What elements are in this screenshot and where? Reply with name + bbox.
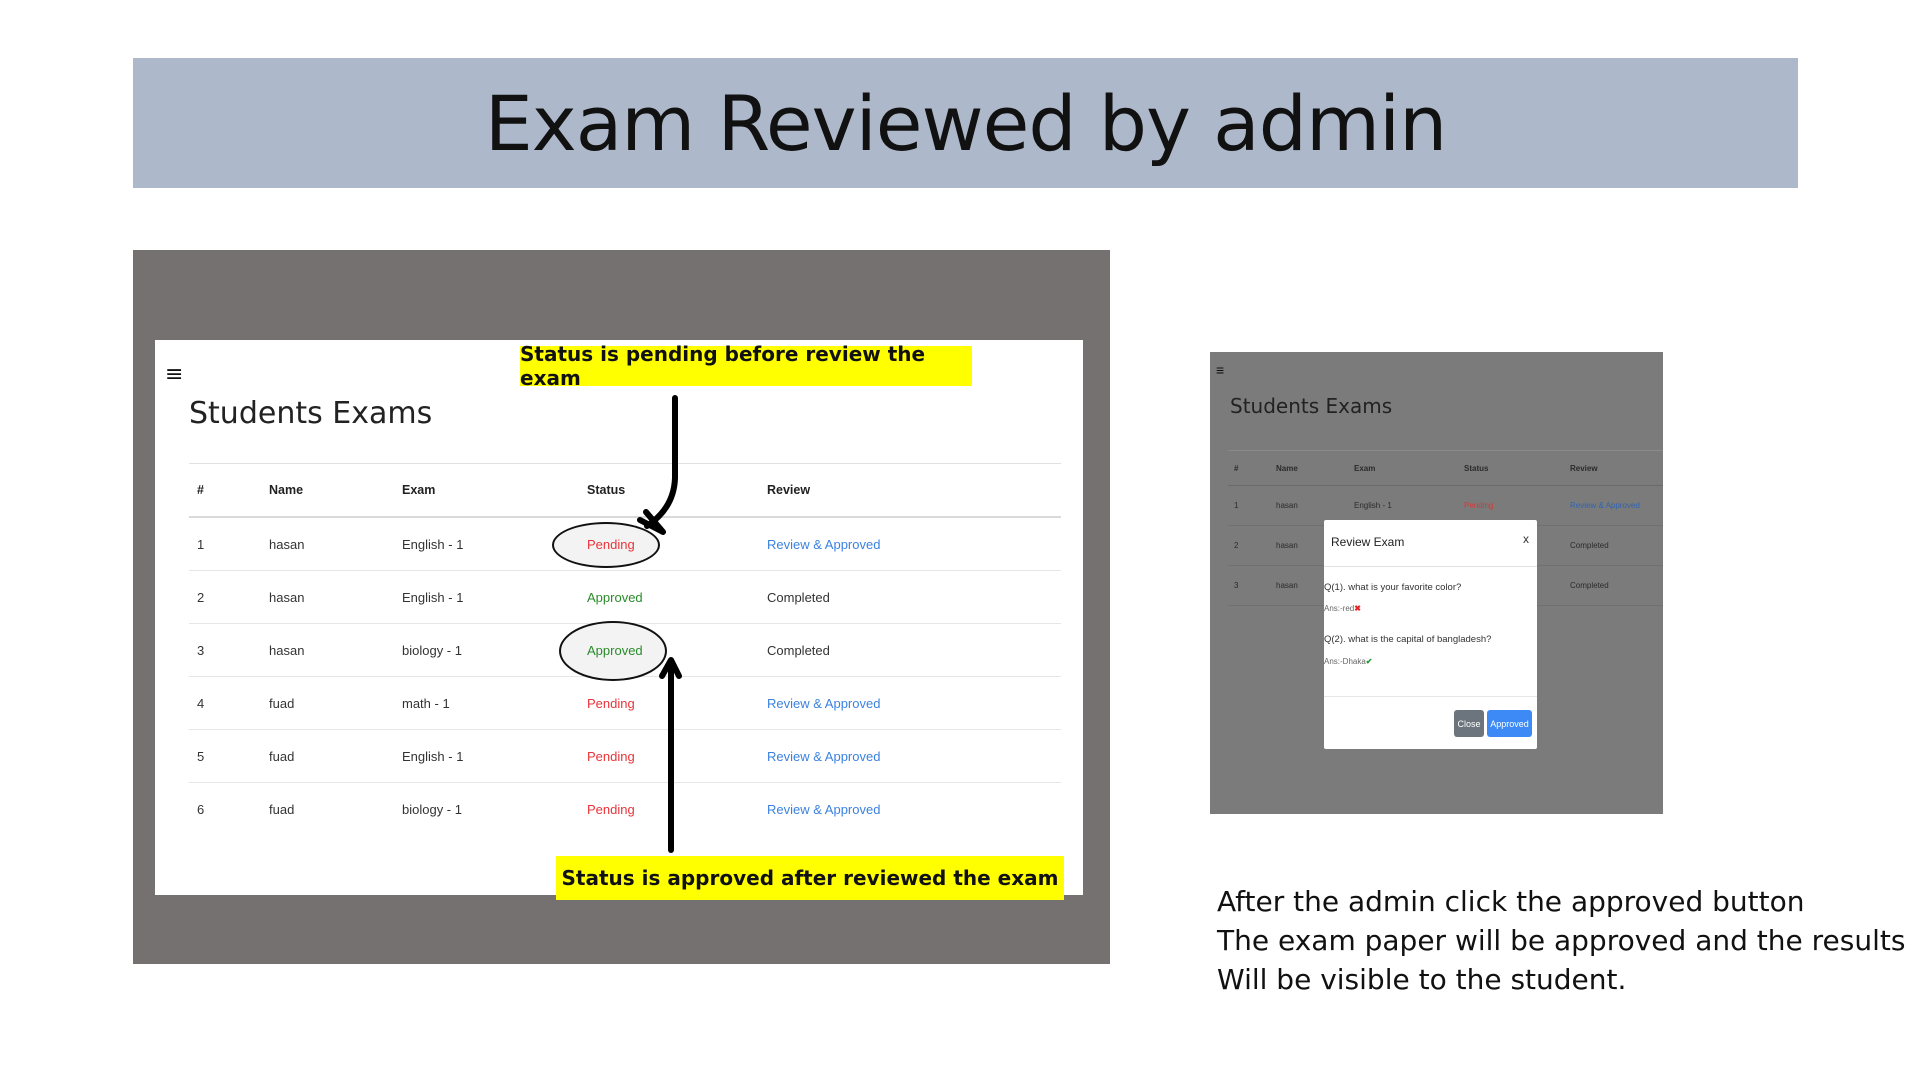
col-header-number: #	[189, 463, 268, 518]
status-pending: Pending	[587, 748, 635, 764]
exam-name: English - 1	[401, 729, 586, 783]
page-title: Students Exams	[189, 396, 433, 431]
row-number: 5	[189, 729, 268, 783]
modal-title: Review Exam	[1331, 535, 1405, 549]
approved-button[interactable]: Approved	[1487, 710, 1532, 737]
student-name: hasan	[268, 570, 401, 624]
review-approve-link[interactable]: Review & Approved	[767, 537, 880, 552]
exam-name: biology - 1	[402, 801, 462, 817]
review-completed: Completed	[766, 570, 1061, 624]
right-screenshot: ≡ Students Exams # Name Exam Status Revi…	[1210, 352, 1663, 814]
status-pending: Pending	[587, 536, 635, 552]
answer-1: Ans:-red✖	[1324, 604, 1361, 613]
answer-2-text: Ans:-Dhaka	[1324, 657, 1366, 666]
callout-approved: Status is approved after reviewed the ex…	[556, 856, 1064, 900]
check-mark-icon: ✔	[1365, 657, 1373, 666]
hamburger-menu-icon[interactable]: ≡	[165, 362, 183, 387]
modal-header: Review Exam x	[1324, 520, 1537, 567]
question-2: Q(2). what is the capital of bangladesh?	[1324, 634, 1492, 645]
col-header-status: Status	[1463, 450, 1569, 486]
close-button[interactable]: Close	[1454, 710, 1484, 737]
col-header-number: #	[1228, 450, 1275, 486]
table-header-row: # Name Exam Status Review	[1228, 450, 1663, 486]
question-1: Q(1). what is your favorite color?	[1324, 582, 1462, 593]
review-completed: Completed	[1569, 565, 1663, 606]
page-title: Students Exams	[1230, 394, 1393, 418]
status-approved: Approved	[587, 589, 643, 605]
row-number: 6	[197, 801, 205, 817]
review-completed: Completed	[1569, 525, 1663, 566]
callout-pending: Status is pending before review the exam	[520, 342, 972, 390]
status-cell: Approved	[559, 621, 766, 681]
student-name: fuad	[268, 729, 401, 783]
student-name: hasan	[268, 517, 401, 571]
status-approved: Approved	[587, 642, 643, 658]
table-row: 2 hasan English - 1 Approved Completed	[189, 570, 1061, 624]
table-row: 6 fuad biology - 1 Pending Review & Appr…	[189, 783, 1061, 836]
slide-title-bar: Exam Reviewed by admin	[133, 58, 1798, 188]
col-header-name: Name	[268, 463, 401, 518]
col-header-status: Status	[586, 463, 766, 518]
answer-2: Ans:-Dhaka✔	[1324, 657, 1373, 666]
row-number: 3	[189, 623, 268, 677]
caption-line-1: After the admin click the approved butto…	[1217, 885, 1805, 918]
col-header-review: Review	[1569, 450, 1663, 486]
status-cell: Pending	[552, 517, 766, 571]
student-name: fuad	[268, 676, 401, 730]
wrong-mark-icon: ✖	[1354, 604, 1361, 613]
col-header-exam: Exam	[401, 463, 586, 518]
hamburger-menu-icon[interactable]: ≡	[1216, 362, 1224, 378]
row-number: 1	[1228, 485, 1275, 526]
row-number: 1	[189, 517, 268, 571]
table-header-row: # Name Exam Status Review	[189, 463, 1061, 518]
status-pending: Pending	[587, 801, 635, 817]
students-exams-panel: ≡ Students Exams # Name Exam Status Revi…	[155, 340, 1083, 895]
close-icon[interactable]: x	[1523, 532, 1529, 546]
review-approve-link[interactable]: Review & Approved	[767, 749, 880, 764]
exam-name: English - 1	[401, 570, 586, 624]
col-header-review: Review	[766, 463, 1061, 518]
exam-name: math - 1	[401, 676, 586, 730]
exams-table: # Name Exam Status Review 1 hasan Englis…	[189, 463, 1061, 835]
row-number: 4	[189, 676, 268, 730]
student-name: hasan	[268, 623, 401, 677]
student-name: fuad	[269, 801, 295, 817]
review-approve-link[interactable]: Review & Approved	[1569, 485, 1663, 526]
slide-title: Exam Reviewed by admin	[484, 78, 1448, 168]
table-row: 1 hasan English - 1 Pending Review & App…	[189, 517, 1061, 571]
review-approve-link[interactable]: Review & Approved	[767, 802, 880, 817]
caption-line-2: The exam paper will be approved and the …	[1217, 924, 1906, 957]
table-row: 3 hasan biology - 1 Approved Completed	[189, 621, 1061, 681]
table-row: 4 fuad math - 1 Pending Review & Approve…	[189, 676, 1061, 730]
table-row: 5 fuad English - 1 Pending Review & Appr…	[189, 729, 1061, 783]
status-pending: Pending	[587, 695, 635, 711]
caption-text: After the admin click the approved butto…	[1217, 882, 1905, 999]
answer-1-text: Ans:-red	[1324, 604, 1355, 613]
review-exam-modal: Review Exam x Q(1). what is your favorit…	[1324, 520, 1537, 749]
row-number: 2	[189, 570, 268, 624]
caption-line-3: Will be visible to the student.	[1217, 963, 1627, 996]
modal-divider	[1324, 696, 1537, 697]
review-approve-link[interactable]: Review & Approved	[767, 696, 880, 711]
col-header-name: Name	[1275, 450, 1353, 486]
row-number: 2	[1228, 525, 1275, 566]
review-completed: Completed	[766, 623, 1061, 677]
row-number: 3	[1228, 565, 1275, 606]
col-header-exam: Exam	[1353, 450, 1463, 486]
